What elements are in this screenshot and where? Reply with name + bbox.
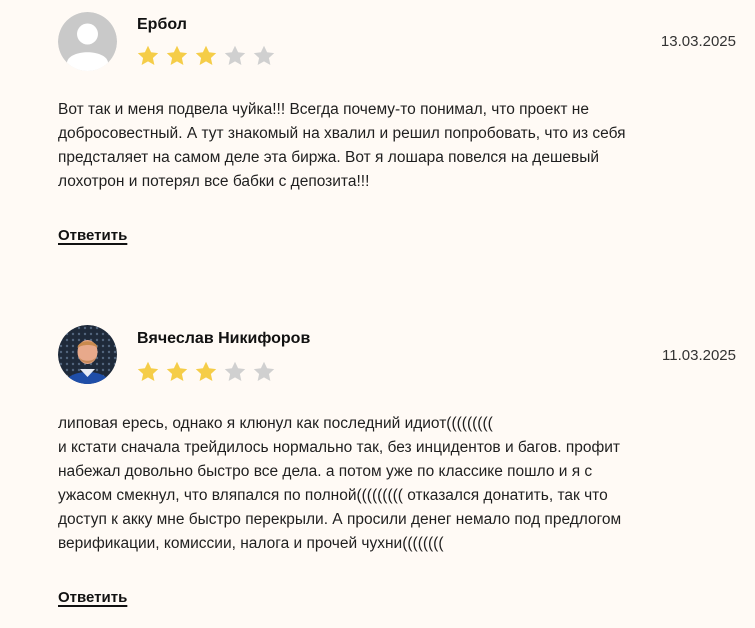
rating-stars xyxy=(136,360,276,384)
star-filled-icon xyxy=(195,361,217,381)
user-photo-avatar xyxy=(58,325,117,384)
review-date: 13.03.2025 xyxy=(660,33,736,50)
star-filled-icon xyxy=(166,45,188,65)
review-text: Вот так и меня подвела чуйка!!! Всегда п… xyxy=(58,101,626,190)
star-empty-icon xyxy=(253,45,275,65)
star-filled-icon xyxy=(195,45,217,65)
review-author: Вячеслав Никифоров xyxy=(137,330,311,347)
star-filled-icon xyxy=(137,45,159,65)
review-author: Ербол xyxy=(137,16,187,33)
review-date: 11.03.2025 xyxy=(662,347,736,364)
rating-stars xyxy=(136,44,276,68)
reply-link[interactable]: Ответить xyxy=(58,589,127,606)
reply-link[interactable]: Ответить xyxy=(58,227,127,244)
reviews-page: Ербол 13.03.2025 Вот так и меня подвела … xyxy=(0,0,755,628)
star-empty-icon xyxy=(253,361,275,381)
review-text: липовая ересь, однако я клюнул как после… xyxy=(58,415,622,552)
star-empty-icon xyxy=(224,361,246,381)
star-filled-icon xyxy=(166,361,188,381)
star-filled-icon xyxy=(137,361,159,381)
star-empty-icon xyxy=(224,45,246,65)
default-avatar-icon xyxy=(58,12,117,71)
